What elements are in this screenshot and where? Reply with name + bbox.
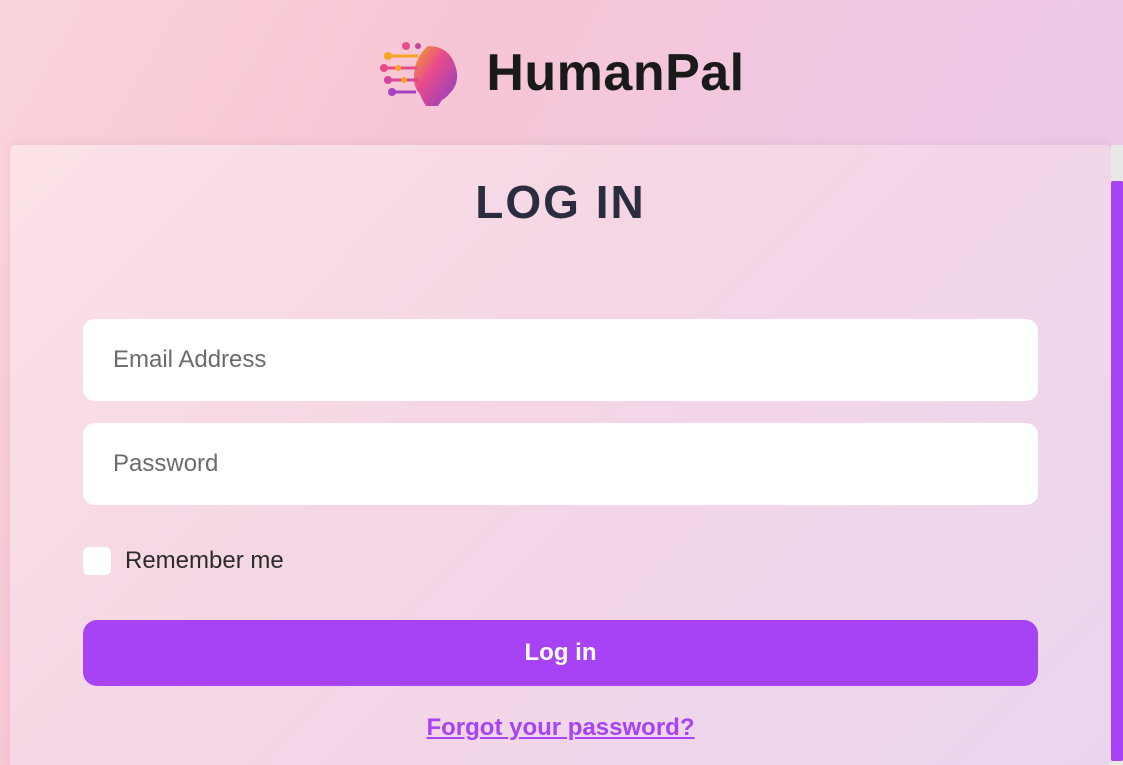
remember-row: Remember me [83, 547, 1038, 575]
password-field[interactable] [83, 423, 1038, 505]
scrollbar-track[interactable] [1111, 145, 1123, 765]
email-field[interactable] [83, 319, 1038, 401]
header: HumanPal [0, 0, 1123, 145]
scrollbar-thumb[interactable] [1111, 181, 1123, 761]
login-form: Remember me Log in Forgot your password? [83, 319, 1038, 742]
forgot-password-link[interactable]: Forgot your password? [83, 714, 1038, 742]
brand-name: HumanPal [486, 43, 744, 103]
login-button[interactable]: Log in [83, 620, 1038, 686]
logo-container: HumanPal [378, 38, 744, 108]
remember-checkbox[interactable] [83, 547, 111, 575]
brand-logo-icon [378, 38, 468, 108]
login-card: LOG IN Remember me Log in Forgot your pa… [10, 145, 1111, 765]
page-title: LOG IN [10, 175, 1111, 229]
remember-label: Remember me [125, 547, 284, 575]
